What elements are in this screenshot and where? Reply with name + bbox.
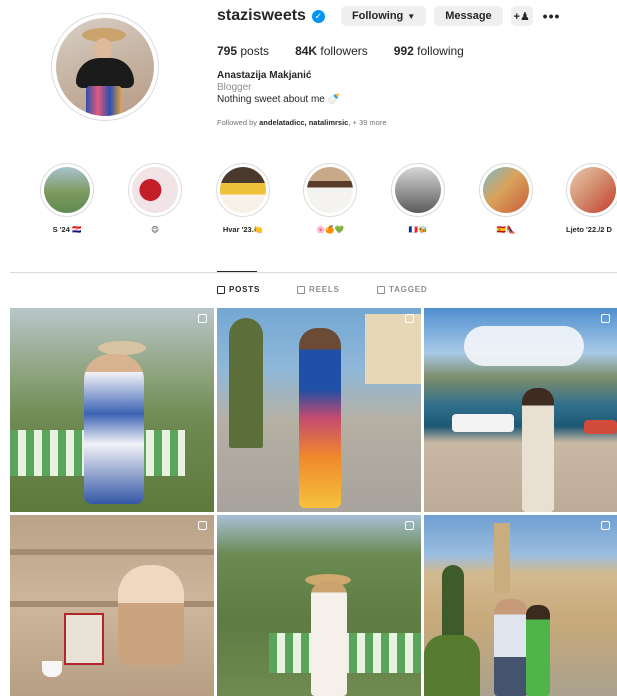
carousel-icon xyxy=(601,314,610,323)
highlight-cover xyxy=(483,167,529,213)
following-button-label: Following xyxy=(351,10,404,22)
highlight-item[interactable]: S '24 🇭🇷 xyxy=(39,163,95,234)
reel-icon xyxy=(198,521,207,530)
tab-posts[interactable]: POSTS xyxy=(217,285,260,294)
profile-full-name: Anastazija Makjanić xyxy=(217,70,312,81)
tagged-icon xyxy=(377,285,385,294)
highlight-item[interactable]: 🇫🇷🐝 xyxy=(390,163,446,234)
post-thumbnail[interactable] xyxy=(217,515,421,696)
posts-count: 795 posts xyxy=(217,44,270,58)
verified-badge-icon: ✓ xyxy=(311,9,325,23)
post-thumbnail[interactable] xyxy=(10,515,214,696)
carousel-icon xyxy=(405,314,414,323)
highlight-item[interactable]: 😊 xyxy=(127,163,183,234)
grid-icon xyxy=(217,285,225,294)
add-person-button[interactable]: +♟ xyxy=(510,6,533,26)
following-count[interactable]: 992 following xyxy=(394,44,464,58)
avatar-image xyxy=(56,18,154,116)
highlight-item[interactable]: Hvar '23.🍋 xyxy=(215,163,271,234)
carousel-icon xyxy=(601,521,610,530)
highlight-label: 🌸🍊💚 xyxy=(315,225,344,234)
post-thumbnail[interactable] xyxy=(424,515,617,696)
highlight-cover xyxy=(395,167,441,213)
message-button[interactable]: Message xyxy=(434,6,503,26)
chevron-down-icon: ▼ xyxy=(407,11,416,21)
profile-stats: 795 posts 84K followers 992 following xyxy=(217,44,490,58)
carousel-icon xyxy=(198,314,207,323)
highlight-item[interactable]: Ljeto '22./2 D xyxy=(566,163,617,234)
highlight-cover xyxy=(44,167,90,213)
post-thumbnail[interactable] xyxy=(10,308,214,512)
more-options-icon[interactable]: ••• xyxy=(543,8,561,24)
highlight-label: 🇪🇸👠 xyxy=(496,225,516,234)
profile-username: stazisweets xyxy=(217,7,306,24)
highlight-cover xyxy=(307,167,353,213)
message-button-label: Message xyxy=(445,10,492,22)
profile-category: Blogger xyxy=(217,82,252,93)
post-thumbnail[interactable] xyxy=(217,308,421,512)
followers-count[interactable]: 84K followers xyxy=(295,44,368,58)
following-button[interactable]: Following ▼ xyxy=(340,6,427,26)
highlight-cover xyxy=(132,167,178,213)
highlight-label: 😊 xyxy=(151,225,159,234)
highlight-cover xyxy=(570,167,616,213)
highlight-label: S '24 🇭🇷 xyxy=(52,225,82,234)
tabs-divider xyxy=(10,272,617,273)
highlight-cover xyxy=(220,167,266,213)
profile-bio: Nothing sweet about me 🍼 xyxy=(217,94,341,105)
add-person-icon: +♟ xyxy=(513,10,530,23)
highlight-label: Hvar '23.🍋 xyxy=(222,225,264,234)
highlight-item[interactable]: 🇪🇸👠 xyxy=(478,163,534,234)
active-tab-indicator xyxy=(217,271,257,272)
highlight-item[interactable]: 🌸🍊💚 xyxy=(302,163,358,234)
reels-icon xyxy=(297,285,305,294)
highlight-label: Ljeto '22./2 D xyxy=(566,225,612,234)
tab-tagged[interactable]: TAGGED xyxy=(377,285,427,294)
profile-avatar[interactable] xyxy=(51,13,159,121)
profile-header-row: stazisweets ✓ Following ▼ Message +♟ ••• xyxy=(217,4,560,28)
highlight-label: 🇫🇷🐝 xyxy=(408,225,428,234)
post-thumbnail[interactable] xyxy=(424,308,617,512)
tab-reels[interactable]: REELS xyxy=(297,285,340,294)
carousel-icon xyxy=(405,521,414,530)
followed-by[interactable]: Followed by andelatadicc, natalimrsic, +… xyxy=(217,118,387,127)
